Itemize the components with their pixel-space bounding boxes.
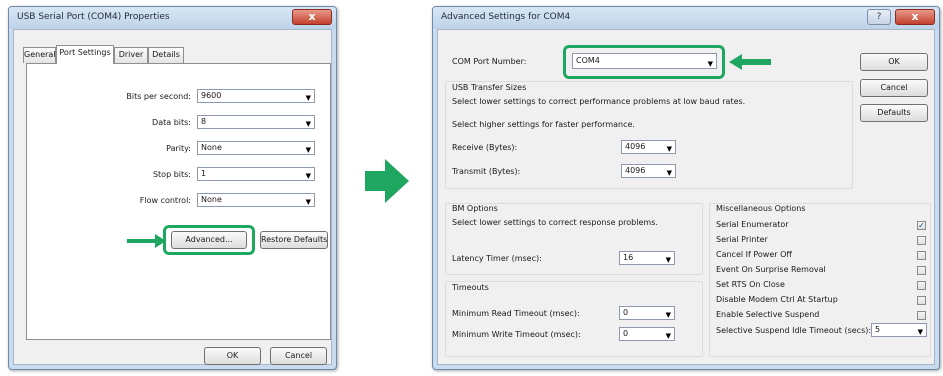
disable-modem-ctrl-checkbox[interactable] <box>917 296 926 305</box>
advanced-titlebar: Advanced Settings for COM4 ? x <box>433 7 939 29</box>
misc-option-label: Cancel If Power Off <box>716 250 792 259</box>
big-arrow-right-icon <box>365 159 409 203</box>
bits-per-second-select[interactable]: 9600 ▼ <box>197 89 315 103</box>
chevron-down-icon: ▼ <box>305 198 311 206</box>
chevron-down-icon: ▼ <box>305 94 311 102</box>
advanced-ok-button[interactable]: OK <box>860 53 928 71</box>
usb-transfer-desc2: Select higher settings for faster perfor… <box>452 120 635 129</box>
transmit-select[interactable]: 4096 ▼ <box>621 164 676 178</box>
min-read-select[interactable]: 0 ▼ <box>619 306 675 320</box>
flow-control-value: None <box>201 195 222 204</box>
com-port-value: COM4 <box>576 56 600 65</box>
arrow-line <box>127 239 157 243</box>
misc-option-label: Serial Enumerator <box>716 220 789 229</box>
stop-bits-value: 1 <box>201 169 207 178</box>
usb-transfer-desc1: Select lower settings to correct perform… <box>452 97 746 106</box>
port-settings-pane: Bits per second: 9600 ▼ Data bits: 8 ▼ P… <box>26 63 331 340</box>
selective-suspend-select[interactable]: 5 ▼ <box>871 323 927 337</box>
min-read-value: 0 <box>623 308 629 317</box>
receive-select[interactable]: 4096 ▼ <box>621 140 676 154</box>
tab-port-settings[interactable]: Port Settings <box>56 45 114 64</box>
min-write-label: Minimum Write Timeout (msec): <box>452 330 581 339</box>
misc-option-label: Disable Modem Ctrl At Startup <box>716 295 838 304</box>
tab-general[interactable]: General <box>23 47 56 63</box>
chevron-down-icon: ▼ <box>707 60 713 68</box>
transmit-label: Transmit (Bytes): <box>452 167 521 176</box>
receive-value: 4096 <box>625 142 646 151</box>
ok-button[interactable]: OK <box>204 347 261 365</box>
timeouts-title: Timeouts <box>452 283 489 292</box>
com-port-label: COM Port Number: <box>452 57 527 66</box>
selective-suspend-label: Selective Suspend Idle Timeout (secs): <box>716 326 872 335</box>
bm-options-desc: Select lower settings to correct respons… <box>452 218 658 227</box>
latency-select[interactable]: 16 ▼ <box>619 251 675 265</box>
latency-value: 16 <box>623 253 634 262</box>
receive-label: Receive (Bytes): <box>452 143 518 152</box>
data-bits-select[interactable]: 8 ▼ <box>197 115 315 129</box>
chevron-down-icon: ▼ <box>666 145 672 153</box>
latency-label: Latency Timer (msec): <box>452 254 542 263</box>
misc-option-label: Event On Surprise Removal <box>716 265 826 274</box>
tab-details[interactable]: Details <box>148 47 184 63</box>
properties-dialog: USB Serial Port (COM4) Properties x Gene… <box>8 6 337 370</box>
properties-close-button[interactable]: x <box>292 9 332 25</box>
chevron-down-icon: ▼ <box>665 311 671 319</box>
advanced-cancel-button[interactable]: Cancel <box>860 79 928 97</box>
transmit-value: 4096 <box>625 166 646 175</box>
parity-value: None <box>201 143 222 152</box>
arrow-left-icon <box>729 54 771 70</box>
chevron-down-icon: ▼ <box>917 328 923 336</box>
chevron-down-icon: ▼ <box>305 146 311 154</box>
event-on-surprise-removal-checkbox[interactable] <box>917 266 926 275</box>
advanced-button[interactable]: Advanced... <box>171 231 247 249</box>
min-write-select[interactable]: 0 ▼ <box>619 327 675 341</box>
parity-select[interactable]: None ▼ <box>197 141 315 155</box>
cancel-if-power-off-checkbox[interactable] <box>917 251 926 260</box>
chevron-down-icon: ▼ <box>305 120 311 128</box>
defaults-button[interactable]: Defaults <box>860 104 928 122</box>
set-rts-on-close-checkbox[interactable] <box>917 281 926 290</box>
misc-option-label: Serial Printer <box>716 235 768 244</box>
stop-bits-select[interactable]: 1 ▼ <box>197 167 315 181</box>
serial-enumerator-checkbox[interactable]: ✓ <box>917 221 926 230</box>
advanced-close-button[interactable]: x <box>895 9 935 25</box>
misc-option-label: Enable Selective Suspend <box>716 310 820 319</box>
data-bits-value: 8 <box>201 117 207 126</box>
min-read-label: Minimum Read Timeout (msec): <box>452 309 580 318</box>
properties-titlebar: USB Serial Port (COM4) Properties x <box>9 7 336 29</box>
chevron-down-icon: ▼ <box>666 169 672 177</box>
bits-per-second-value: 9600 <box>201 91 222 100</box>
flow-control-select[interactable]: None ▼ <box>197 193 315 207</box>
com-port-select[interactable]: COM4 ▼ <box>572 53 717 69</box>
restore-defaults-button[interactable]: Restore Defaults <box>260 231 328 249</box>
help-button[interactable]: ? <box>867 9 891 25</box>
misc-option-label: Set RTS On Close <box>716 280 785 289</box>
misc-options-title: Miscellaneous Options <box>716 204 806 213</box>
advanced-dialog: Advanced Settings for COM4 ? x COM Port … <box>432 6 940 370</box>
bits-per-second-label: Bits per second: <box>126 92 191 101</box>
tab-driver[interactable]: Driver <box>114 47 148 63</box>
chevron-down-icon: ▼ <box>665 332 671 340</box>
chevron-down-icon: ▼ <box>665 256 671 264</box>
stop-bits-label: Stop bits: <box>152 170 191 179</box>
usb-transfer-title: USB Transfer Sizes <box>452 83 527 92</box>
properties-title: USB Serial Port (COM4) Properties <box>17 12 170 22</box>
bm-options-title: BM Options <box>452 204 498 213</box>
advanced-title: Advanced Settings for COM4 <box>441 12 571 22</box>
parity-label: Parity: <box>166 144 191 153</box>
min-write-value: 0 <box>623 329 629 338</box>
cancel-button[interactable]: Cancel <box>270 347 327 365</box>
serial-printer-checkbox[interactable] <box>917 236 926 245</box>
selective-suspend-value: 5 <box>875 325 881 334</box>
data-bits-label: Data bits: <box>152 118 191 127</box>
enable-selective-suspend-checkbox[interactable] <box>917 311 926 320</box>
flow-control-label: Flow control: <box>139 196 191 205</box>
chevron-down-icon: ▼ <box>305 172 311 180</box>
